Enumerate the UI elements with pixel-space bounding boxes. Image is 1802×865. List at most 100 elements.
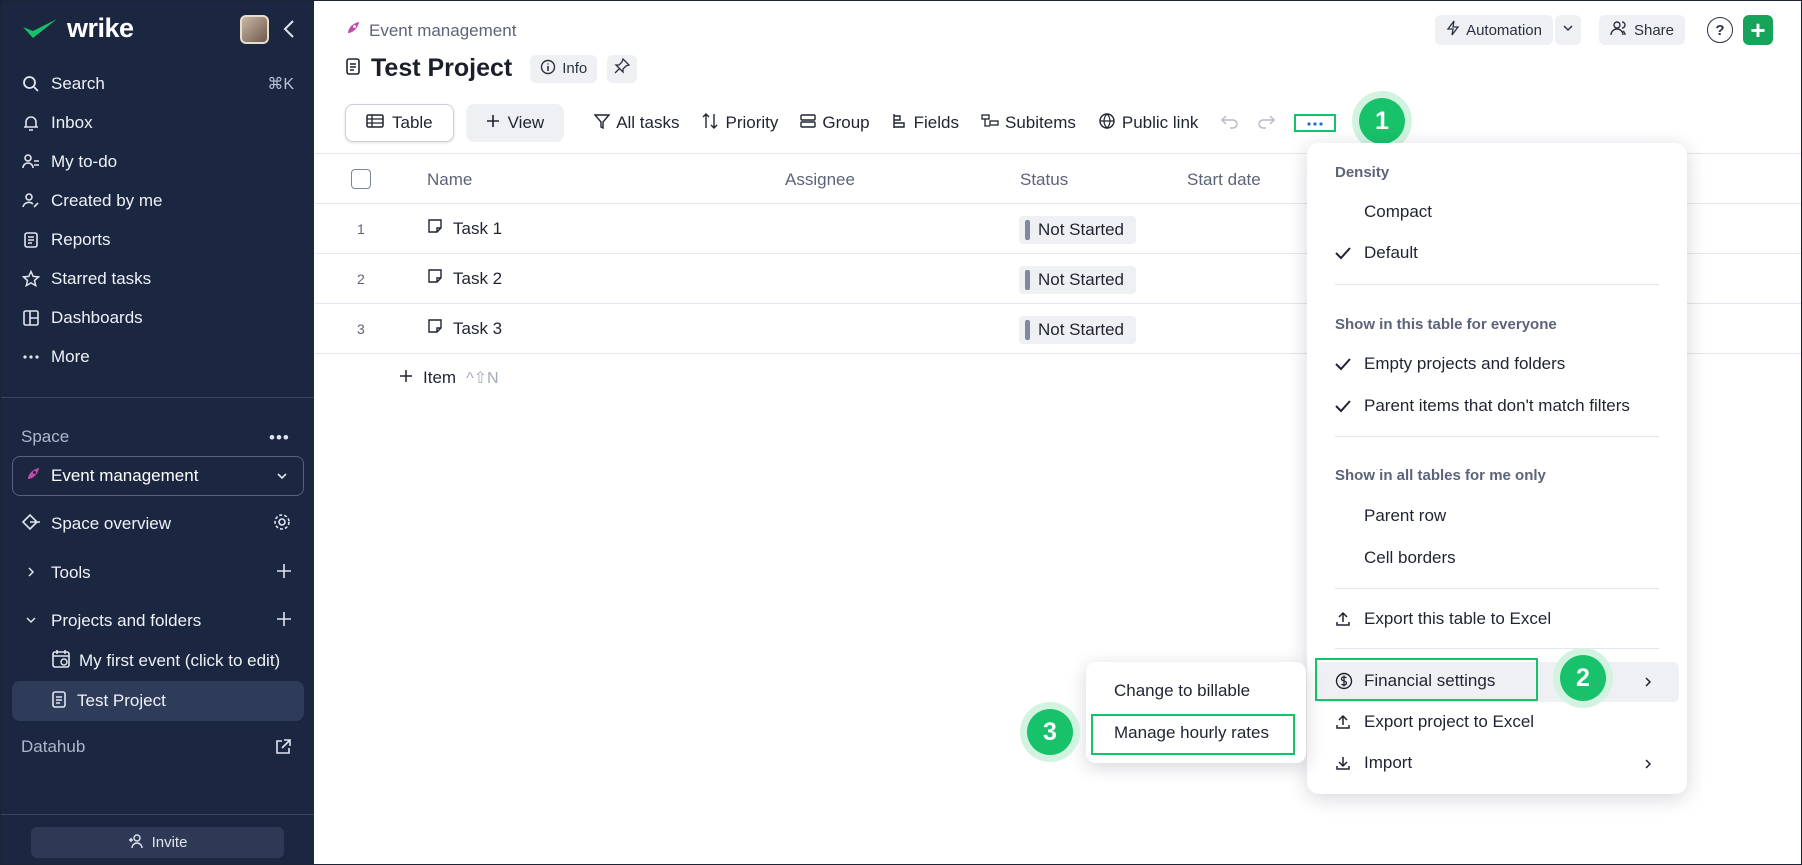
row-number: 1 xyxy=(357,221,365,237)
task-name-cell[interactable]: Task 1 xyxy=(427,218,502,239)
sort-icon xyxy=(701,112,719,135)
space-more-icon[interactable]: ••• xyxy=(269,428,290,448)
sidebar-item-search[interactable]: Search ⌘K xyxy=(1,64,314,103)
external-link-icon[interactable] xyxy=(274,738,292,761)
sidebar-item-starred[interactable]: Starred tasks xyxy=(1,259,314,298)
task-name: Task 2 xyxy=(453,268,503,288)
add-project-icon[interactable] xyxy=(276,611,292,632)
menu-item-cell-borders[interactable]: Cell borders xyxy=(1335,542,1456,574)
chevron-right-icon xyxy=(1643,675,1653,693)
add-item-shortcut: ^⇧N xyxy=(466,370,499,387)
page-title[interactable]: Test Project xyxy=(371,54,512,83)
share-label: Share xyxy=(1633,21,1674,39)
subitems-icon xyxy=(981,113,999,134)
redo-icon[interactable] xyxy=(1256,113,1276,134)
submenu-item-manage-hourly-rates[interactable]: Manage hourly rates xyxy=(1114,723,1269,743)
info-button[interactable]: Info xyxy=(530,54,598,83)
help-icon[interactable]: ? xyxy=(1707,17,1733,43)
filter-all-tasks[interactable]: All tasks xyxy=(593,113,679,134)
automation-label: Automation xyxy=(1466,21,1542,39)
menu-item-label: Parent items that don't match filters xyxy=(1364,396,1630,415)
tree-item-test-project[interactable]: Test Project xyxy=(12,681,304,721)
sidebar-item-reports[interactable]: Reports xyxy=(1,220,314,259)
menu-item-parent-row[interactable]: Parent row xyxy=(1335,500,1446,532)
group-button[interactable]: Group xyxy=(800,113,870,134)
sidebar-item-label: Inbox xyxy=(51,112,93,132)
sidebar-item-more[interactable]: More xyxy=(1,337,314,376)
sidebar-item-created-by-me[interactable]: Created by me xyxy=(1,181,314,220)
automation-dropdown[interactable] xyxy=(1554,15,1581,45)
more-options-button[interactable] xyxy=(1294,114,1337,132)
column-header-start-date[interactable]: Start date xyxy=(1187,170,1261,190)
status-badge[interactable]: Not Started xyxy=(1019,266,1136,294)
add-item-button[interactable]: Item ^⇧N xyxy=(399,368,499,388)
wrike-logo[interactable]: wrike xyxy=(21,13,134,44)
pin-button[interactable] xyxy=(607,54,638,83)
menu-item-parent-items[interactable]: Parent items that don't match filters xyxy=(1335,390,1630,422)
task-name-cell[interactable]: Task 3 xyxy=(427,318,502,339)
upload-icon xyxy=(1335,714,1364,730)
fields-button[interactable]: Fields xyxy=(892,112,959,135)
space-selector[interactable]: Event management xyxy=(12,456,304,496)
share-button[interactable]: Share xyxy=(1598,15,1685,45)
create-new-button[interactable]: + xyxy=(1743,15,1773,45)
menu-divider xyxy=(1335,648,1659,649)
tab-table[interactable]: Table xyxy=(345,104,454,142)
add-tool-icon[interactable] xyxy=(276,563,292,584)
breadcrumb[interactable]: Event management xyxy=(345,20,516,41)
space-overview-item[interactable]: Space overview xyxy=(1,504,314,544)
project-clipboard-icon xyxy=(345,56,361,81)
step-number: 1 xyxy=(1359,98,1405,144)
people-icon xyxy=(1610,20,1628,40)
sidebar-item-inbox[interactable]: Inbox xyxy=(1,103,314,142)
task-icon xyxy=(427,218,443,239)
undo-icon[interactable] xyxy=(1220,113,1240,134)
task-name-cell[interactable]: Task 2 xyxy=(427,268,502,289)
status-color-bar xyxy=(1025,220,1030,240)
menu-divider xyxy=(1335,588,1659,589)
tree-item-first-event[interactable]: My first event (click to edit) xyxy=(1,641,314,681)
menu-item-export-table[interactable]: Export this table to Excel xyxy=(1335,603,1551,635)
status-badge[interactable]: Not Started xyxy=(1019,316,1136,344)
menu-item-empty-projects[interactable]: Empty projects and folders xyxy=(1335,348,1565,380)
task-icon xyxy=(427,318,443,339)
menu-item-export-project[interactable]: Export project to Excel xyxy=(1335,706,1534,738)
tools-item[interactable]: Tools xyxy=(1,553,314,593)
sidebar-item-my-todo[interactable]: My to-do xyxy=(1,142,314,181)
add-view-button[interactable]: View xyxy=(465,104,565,142)
rocket-icon xyxy=(345,20,361,41)
datahub-link[interactable]: Datahub xyxy=(21,737,85,757)
rocket-icon xyxy=(25,466,41,487)
projects-folders-item[interactable]: Projects and folders xyxy=(1,601,314,641)
info-icon xyxy=(540,59,556,79)
invite-button[interactable]: Invite xyxy=(31,827,284,858)
plus-icon xyxy=(399,368,413,388)
tree-item-label: My first event (click to edit) xyxy=(79,651,281,670)
menu-item-compact[interactable]: Compact xyxy=(1335,196,1432,228)
sort-priority[interactable]: Priority xyxy=(701,112,778,135)
submenu-item-change-billable[interactable]: Change to billable xyxy=(1114,681,1250,701)
gear-icon[interactable] xyxy=(272,512,292,537)
menu-divider xyxy=(1335,284,1659,285)
lightning-icon xyxy=(1446,20,1460,40)
menu-item-default[interactable]: Default xyxy=(1335,237,1418,269)
plus-icon xyxy=(486,113,500,133)
public-link-button[interactable]: Public link xyxy=(1098,112,1198,135)
subitems-button[interactable]: Subitems xyxy=(981,113,1076,134)
column-header-name[interactable]: Name xyxy=(427,170,472,190)
select-all-checkbox[interactable] xyxy=(351,169,371,189)
logo-text: wrike xyxy=(67,13,134,43)
collapse-sidebar-icon[interactable] xyxy=(280,18,300,40)
avatar[interactable] xyxy=(240,15,269,44)
column-header-assignee[interactable]: Assignee xyxy=(785,170,855,190)
automation-button[interactable]: Automation xyxy=(1435,15,1553,45)
menu-item-financial-settings[interactable]: Financial settings xyxy=(1335,665,1495,697)
status-color-bar xyxy=(1025,320,1030,340)
column-header-status[interactable]: Status xyxy=(1020,170,1068,190)
sidebar-item-dashboards[interactable]: Dashboards xyxy=(1,298,314,337)
fields-icon xyxy=(892,112,908,135)
space-overview-label: Space overview xyxy=(51,514,172,533)
menu-item-import[interactable]: Import xyxy=(1335,747,1412,779)
status-badge[interactable]: Not Started xyxy=(1019,216,1136,244)
overview-icon xyxy=(21,513,41,536)
